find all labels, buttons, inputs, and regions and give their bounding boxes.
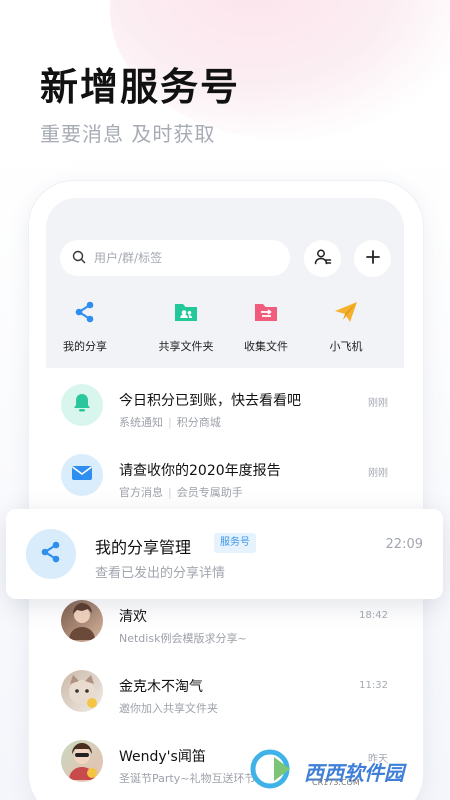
message-time: 刚刚 [368,398,388,409]
search-icon [72,249,86,268]
list-item[interactable]: 今日积分已到账，快去看看吧 系统通知 | 积分商城 刚刚 [46,374,404,446]
add-button[interactable] [354,240,391,277]
quick-paper-plane-label: 小飞机 [329,340,363,353]
plus-icon [365,249,381,269]
quick-shared-folder-label: 共享文件夹 [158,340,214,353]
hero-title: 新增服务号 [40,65,241,109]
user-avatar [61,600,103,642]
mail-icon [70,463,94,487]
quick-collect-files[interactable]: 收集文件 [226,300,306,354]
avatar [61,454,103,496]
message-title: 金克木不淘气 [119,679,203,695]
quick-my-share-label: 我的分享 [63,340,107,353]
list-item[interactable]: 金克木不淘气 邀你加入共享文件夹 11:32 [46,660,404,732]
paper-plane-icon [333,300,359,328]
quick-shared-folder[interactable]: 共享文件夹 [146,300,226,354]
collect-folder-icon [253,300,279,328]
message-subtitle: Netdisk例会模版求分享~ [119,632,247,645]
message-title: 今日积分已到账，快去看看吧 [119,393,301,409]
service-title: 我的分享管理 [95,538,192,557]
add-contact-button[interactable] [304,240,341,277]
message-subtitle: 邀你加入共享文件夹 [119,702,218,715]
service-badge: 服务号 [214,533,256,553]
message-time: 18:42 [359,610,388,621]
message-subtitle: 系统通知 | 积分商城 [119,416,221,429]
quick-my-share[interactable]: 我的分享 [46,300,125,354]
service-card[interactable]: 我的分享管理 服务号 查看已发出的分享详情 22:09 [6,509,443,599]
app-screen: 我的分享 共享文件夹 收集文件 小飞机 今日积分已到账，快去看看吧 系统通知|积… [46,198,404,800]
hero-subtitle: 重要消息 及时获取 [40,122,216,146]
add-contact-icon [314,248,332,270]
watermark-logo-icon [250,749,298,793]
watermark-url: CR173.COM [312,778,360,787]
avatar [61,670,103,712]
share-icon [73,300,97,328]
user-avatar [61,670,103,712]
search-bar[interactable] [60,240,290,276]
message-time: 刚刚 [368,468,388,479]
avatar [61,600,103,642]
bell-icon [70,391,94,419]
message-title: 清欢 [119,609,147,625]
list-item[interactable]: 清欢 Netdisk例会模版求分享~ 18:42 [46,590,404,662]
message-title: Wendy's闻笛 [119,749,206,765]
share-icon [39,540,63,568]
service-time: 22:09 [385,537,423,552]
search-input[interactable] [94,251,274,265]
list-item[interactable]: 请查收你的2020年度报告 官方消息 | 会员专属助手 刚刚 [46,444,404,516]
message-title: 请查收你的2020年度报告 [119,463,281,479]
quick-collect-files-label: 收集文件 [244,340,288,353]
avatar [61,740,103,782]
avatar [61,384,103,426]
message-subtitle: 圣诞节Party~礼物互送环节 [119,772,256,785]
service-subtitle: 查看已发出的分享详情 [95,566,226,581]
quick-paper-plane[interactable]: 小飞机 [306,300,386,354]
service-avatar [26,529,76,579]
user-avatar [61,740,103,782]
shared-folder-icon [173,300,199,328]
message-subtitle: 官方消息 | 会员专属助手 [119,486,243,499]
watermark: 西西软件园 CR173.COM [250,748,436,794]
message-time: 11:32 [359,680,388,691]
